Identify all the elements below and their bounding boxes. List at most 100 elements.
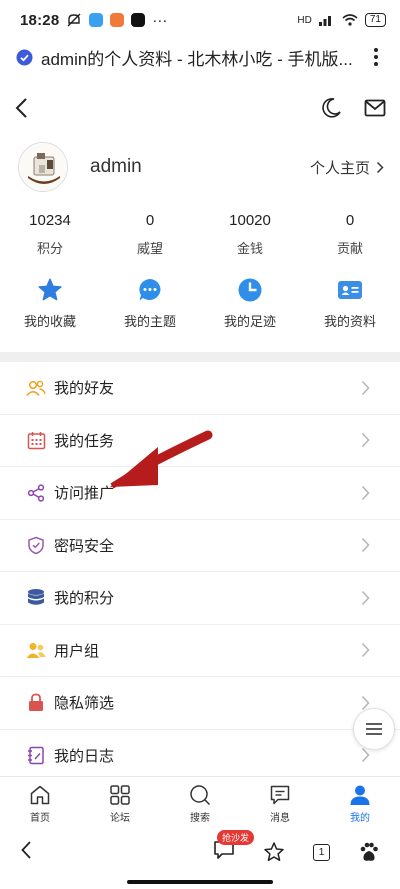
share-icon	[27, 484, 45, 502]
chevron-right-icon	[361, 590, 370, 605]
chevron-right-icon	[361, 538, 370, 553]
friends-icon	[26, 380, 46, 396]
stat-label: 威望	[136, 241, 163, 256]
hamburger-icon	[366, 723, 382, 735]
app-notification-icon	[89, 13, 104, 27]
stat-prestige[interactable]: 0 威望	[100, 212, 200, 257]
network-label: HD	[297, 14, 312, 26]
battery-indicator: 71	[364, 13, 386, 27]
floating-menu-button[interactable]	[353, 708, 395, 750]
tab-label: 论坛	[110, 813, 130, 824]
clock-pie-icon	[238, 278, 262, 302]
stat-value: 0	[145, 212, 155, 229]
stat-money[interactable]: 10020 金钱	[200, 212, 300, 257]
chat-bubble-icon	[139, 279, 161, 301]
back-button[interactable]	[14, 93, 44, 123]
chevron-right-icon	[361, 380, 370, 395]
chevron-right-icon	[361, 485, 370, 500]
menu-label: 密码安全	[54, 537, 115, 555]
browser-bottom-bar: 抢沙发 1	[0, 829, 400, 873]
menu-item-promotion[interactable]: 访问推广	[0, 467, 400, 520]
quick-favorites-button[interactable]: 我的收藏	[0, 277, 100, 330]
username: admin	[90, 156, 142, 177]
comment-button[interactable]: 抢沙发	[213, 829, 255, 865]
star-outline-icon[interactable]	[263, 841, 285, 863]
browser-back-button[interactable]	[20, 840, 32, 865]
search-icon	[190, 785, 211, 806]
menu-item-tasks[interactable]: 我的任务	[0, 415, 400, 467]
menu-item-privacy-filter[interactable]: 隐私筛选	[0, 677, 400, 730]
quick-label: 我的主题	[123, 314, 176, 329]
wifi-icon	[342, 14, 358, 26]
tab-home[interactable]: 首页	[0, 777, 80, 831]
menu-item-password-security[interactable]: 密码安全	[0, 520, 400, 572]
status-bar: 18:28 ··· HD 71	[0, 0, 400, 40]
tiktok-icon	[131, 13, 146, 27]
bottom-tab-bar: 首页 论坛 搜索 消息 我的	[0, 776, 400, 831]
calendar-icon	[27, 431, 45, 449]
quick-label: 我的足迹	[223, 314, 276, 329]
browser-title-bar: admin的个人资料 - 北木林小吃 - 手机版...	[0, 40, 400, 74]
comment-badge: 抢沙发	[217, 829, 255, 845]
stat-value: 10020	[229, 212, 271, 229]
more-notifications: ···	[152, 11, 168, 29]
quick-footprint-button[interactable]: 我的足迹	[200, 277, 300, 330]
menu-label: 访问推广	[54, 485, 115, 503]
app-header	[0, 82, 400, 134]
tab-label: 首页	[30, 813, 50, 824]
stats-row: 10234 积分 0 威望 10020 金钱 0 贡献	[0, 212, 400, 257]
menu-list: 我的好友 我的任务 访问推广 密码安全 我的积分 用户组 隐私筛选 我的日志	[0, 362, 400, 782]
chevron-right-icon	[361, 433, 370, 448]
menu-label: 我的好友	[54, 380, 115, 398]
tab-label: 消息	[270, 813, 290, 824]
menu-item-my-diary[interactable]: 我的日志	[0, 730, 400, 782]
tab-label: 搜索	[190, 813, 210, 824]
message-icon	[270, 785, 290, 805]
stat-contribution[interactable]: 0 贡献	[300, 212, 400, 257]
verified-shield-icon	[16, 49, 33, 65]
quick-threads-button[interactable]: 我的主题	[100, 277, 200, 330]
tab-me[interactable]: 我的	[320, 777, 400, 831]
profile-row: admin 个人主页	[0, 134, 400, 200]
chevron-left-icon	[15, 98, 27, 118]
profile-home-link[interactable]: 个人主页	[310, 157, 384, 178]
tab-search[interactable]: 搜索	[160, 777, 240, 831]
menu-item-friends[interactable]: 我的好友	[0, 362, 400, 415]
mail-icon[interactable]	[364, 99, 386, 117]
page-title[interactable]: admin的个人资料 - 北木林小吃 - 手机版...	[41, 45, 366, 70]
quick-label: 我的资料	[323, 314, 376, 329]
shield-icon	[28, 536, 44, 555]
menu-label: 我的日志	[54, 747, 115, 765]
quick-profile-button[interactable]: 我的资料	[300, 277, 400, 330]
stat-value: 0	[345, 212, 355, 229]
home-icon	[30, 785, 50, 805]
user-group-icon	[26, 643, 46, 659]
status-time: 18:28	[20, 11, 60, 29]
quick-label: 我的收藏	[23, 314, 76, 329]
database-icon	[28, 589, 44, 605]
home-indicator	[127, 880, 273, 884]
home-link-label: 个人主页	[309, 159, 370, 177]
menu-item-my-points[interactable]: 我的积分	[0, 572, 400, 625]
lock-icon	[29, 693, 43, 712]
chevron-right-icon	[361, 748, 370, 763]
paw-icon[interactable]	[358, 841, 380, 863]
tab-label: 我的	[350, 813, 370, 824]
avatar[interactable]	[18, 142, 68, 192]
notebook-icon	[28, 746, 44, 764]
stat-label: 金钱	[236, 241, 263, 256]
app-notification-icon	[110, 13, 125, 27]
notification-off-icon	[67, 13, 81, 27]
stat-points[interactable]: 10234 积分	[0, 212, 100, 257]
id-card-icon	[338, 281, 362, 299]
tab-messages[interactable]: 消息	[240, 777, 320, 831]
tab-forum[interactable]: 论坛	[80, 777, 160, 831]
menu-label: 用户组	[54, 642, 100, 660]
browser-menu-button[interactable]	[366, 48, 386, 66]
tabs-count-button[interactable]: 1	[313, 843, 330, 861]
person-icon	[350, 785, 370, 805]
quick-actions: 我的收藏 我的主题 我的足迹 我的资料	[0, 277, 400, 330]
menu-item-user-group[interactable]: 用户组	[0, 625, 400, 677]
chevron-right-icon	[376, 161, 384, 173]
moon-icon[interactable]	[320, 97, 342, 119]
